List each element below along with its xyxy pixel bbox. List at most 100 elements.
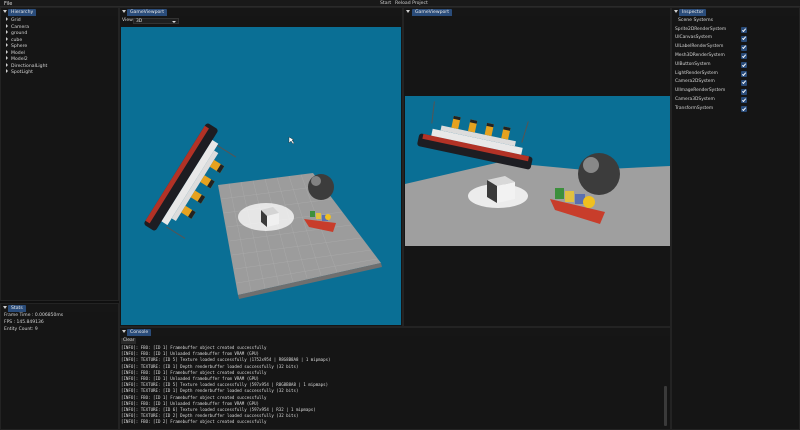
tab-inspector[interactable]: Inspector bbox=[679, 8, 707, 16]
system-label: Mesh3DRenderSystem bbox=[675, 52, 725, 58]
collapse-icon[interactable] bbox=[122, 330, 126, 333]
system-toggle-row[interactable]: UIButtonSystem bbox=[675, 61, 747, 70]
frame-time-readout: Frame Time : 0.006850ms bbox=[4, 313, 64, 318]
hierarchy-item-model[interactable]: Model bbox=[6, 49, 25, 56]
hierarchy-item-label: Camera bbox=[11, 24, 30, 30]
clear-button[interactable]: Clear bbox=[121, 338, 137, 344]
system-toggle-row[interactable]: LightRenderSystem bbox=[675, 70, 747, 79]
system-enabled-checkbox[interactable] bbox=[741, 71, 747, 77]
system-toggle-row[interactable]: Camera2DSystem bbox=[675, 78, 747, 87]
fps-readout: FPS : 145.849136 bbox=[4, 320, 44, 325]
collapse-icon[interactable] bbox=[122, 10, 126, 13]
inspector-panel: Inspector Scene Systems Sprite2DRenderSy… bbox=[671, 7, 800, 430]
system-enabled-checkbox[interactable] bbox=[741, 62, 747, 69]
scene-systems-heading: Scene Systems bbox=[678, 18, 713, 23]
console-line: [INFO]: TEXTURE: [ID 6] Texture loaded s… bbox=[121, 407, 316, 412]
scene-render-3d[interactable] bbox=[121, 27, 401, 325]
stats-panel: Stats Frame Time : 0.006850ms FPS : 145.… bbox=[0, 303, 119, 430]
expand-arrow-icon[interactable] bbox=[6, 23, 8, 28]
expand-arrow-icon[interactable] bbox=[6, 69, 8, 73]
console-scrollbar[interactable] bbox=[664, 386, 667, 426]
expand-arrow-icon[interactable] bbox=[6, 36, 8, 41]
mouse-cursor-icon bbox=[288, 136, 295, 145]
tab-hierarchy[interactable]: Hierarchy bbox=[8, 8, 37, 16]
tab-console[interactable]: Console bbox=[127, 328, 152, 336]
system-enabled-checkbox[interactable] bbox=[741, 79, 747, 86]
small-boat-cargo bbox=[310, 211, 315, 217]
hierarchy-header: Hierarchy bbox=[1, 8, 118, 16]
hierarchy-item-cube[interactable]: cube bbox=[6, 36, 23, 43]
console-line: [INFO]: FBO: [ID 1] Framebuffer object c… bbox=[121, 345, 267, 350]
scene-render-image bbox=[144, 123, 382, 299]
system-enabled-checkbox[interactable] bbox=[741, 35, 747, 42]
expand-arrow-icon[interactable] bbox=[6, 49, 8, 54]
hierarchy-item-model2[interactable]: Model2 bbox=[6, 56, 28, 62]
expand-arrow-icon[interactable] bbox=[6, 17, 8, 21]
collapse-icon[interactable] bbox=[674, 10, 678, 13]
system-enabled-checkbox[interactable] bbox=[741, 44, 747, 51]
system-toggle-row[interactable]: Camera3DSystem bbox=[675, 96, 747, 105]
collapse-icon[interactable] bbox=[3, 10, 7, 13]
hierarchy-item-label: Grid bbox=[11, 18, 21, 24]
start-button[interactable]: Start bbox=[378, 1, 393, 7]
small-boat-cargo bbox=[316, 213, 321, 219]
expand-arrow-icon[interactable] bbox=[6, 43, 8, 47]
collapse-icon[interactable] bbox=[406, 10, 410, 13]
console-line: [INFO]: FBO: [ID 1] Unloaded framebuffer… bbox=[121, 400, 260, 406]
game-viewport-header: GameViewport bbox=[120, 8, 402, 16]
sphere-highlight bbox=[311, 176, 321, 186]
expand-arrow-icon[interactable] bbox=[6, 56, 8, 60]
system-toggle-row[interactable]: UICanvasSystem bbox=[675, 34, 747, 43]
stats-header: Stats bbox=[1, 304, 118, 312]
view-label: View bbox=[122, 18, 133, 23]
system-label: Camera2DSystem bbox=[675, 79, 715, 85]
hierarchy-item-label: cube bbox=[11, 37, 23, 43]
tab-game-viewport[interactable]: GameViewport bbox=[127, 8, 167, 16]
system-label: UIImageRenderSystem bbox=[675, 88, 726, 94]
ground-plane bbox=[218, 173, 381, 295]
system-toggle-row[interactable]: Mesh3DRenderSystem bbox=[675, 52, 747, 61]
system-toggle-row[interactable]: Sprite2DRenderSystem bbox=[675, 26, 747, 35]
reload-project-button[interactable]: Reload Project bbox=[393, 1, 430, 7]
hierarchy-item-ground[interactable]: ground bbox=[6, 30, 27, 36]
small-boat-cargo bbox=[555, 188, 564, 199]
game-viewport-2-header: GameViewport bbox=[404, 8, 670, 16]
console-line: [INFO]: TEXTURE: [ID 1] Depth renderbuff… bbox=[121, 388, 299, 394]
tab-stats[interactable]: Stats bbox=[8, 304, 26, 312]
system-enabled-checkbox[interactable] bbox=[741, 27, 747, 33]
system-toggle-row[interactable]: TransformSystem bbox=[675, 105, 747, 114]
system-enabled-checkbox[interactable] bbox=[741, 53, 747, 60]
expand-arrow-icon[interactable] bbox=[6, 30, 8, 34]
file-menu[interactable]: File bbox=[4, 1, 12, 7]
tab-game-viewport-2[interactable]: GameViewport bbox=[412, 8, 452, 16]
view-mode-select[interactable]: 3D bbox=[133, 18, 179, 24]
system-enabled-checkbox[interactable] bbox=[741, 97, 747, 104]
view-mode-value: 3D bbox=[136, 19, 143, 24]
hierarchy-item-grid[interactable]: Grid bbox=[6, 17, 21, 23]
console-line: [INFO]: FBO: [ID 1] Framebuffer object c… bbox=[121, 394, 267, 400]
chevron-down-icon bbox=[172, 20, 176, 23]
console-line: [INFO]: TEXTURE: [ID 5] Texture loaded s… bbox=[121, 382, 329, 388]
console-header: Console bbox=[120, 328, 670, 336]
hierarchy-item-directional-light[interactable]: DirectionalLight bbox=[6, 62, 48, 69]
hierarchy-item-camera[interactable]: Camera bbox=[6, 23, 30, 30]
console-line: [INFO]: FBO: [ID 1] Framebuffer object c… bbox=[121, 369, 267, 375]
collapse-icon[interactable] bbox=[3, 306, 7, 309]
hierarchy-item-label: Model bbox=[11, 50, 25, 56]
console-line: [INFO]: TEXTURE: [ID 2] Depth renderbuff… bbox=[121, 413, 299, 419]
system-label: Sprite2DRenderSystem bbox=[675, 26, 727, 32]
console-line: [INFO]: FBO: [ID 1] Unloaded framebuffer… bbox=[121, 351, 260, 357]
hierarchy-item-label: DirectionalLight bbox=[11, 63, 48, 69]
scene-render-2d-camera[interactable] bbox=[405, 96, 670, 246]
system-label: TransformSystem bbox=[675, 105, 714, 111]
system-label: UILabelRenderSystem bbox=[675, 44, 724, 50]
hierarchy-item-spot-light[interactable]: SpotLight bbox=[6, 69, 33, 75]
system-toggle-row[interactable]: UILabelRenderSystem bbox=[675, 43, 747, 52]
hierarchy-item-sphere[interactable]: Sphere bbox=[6, 43, 27, 49]
system-enabled-checkbox[interactable] bbox=[741, 106, 747, 113]
system-enabled-checkbox[interactable] bbox=[741, 88, 747, 95]
ship-model bbox=[417, 101, 533, 170]
system-toggle-row[interactable]: UIImageRenderSystem bbox=[675, 87, 747, 96]
expand-arrow-icon[interactable] bbox=[6, 62, 8, 67]
sphere bbox=[578, 153, 620, 195]
